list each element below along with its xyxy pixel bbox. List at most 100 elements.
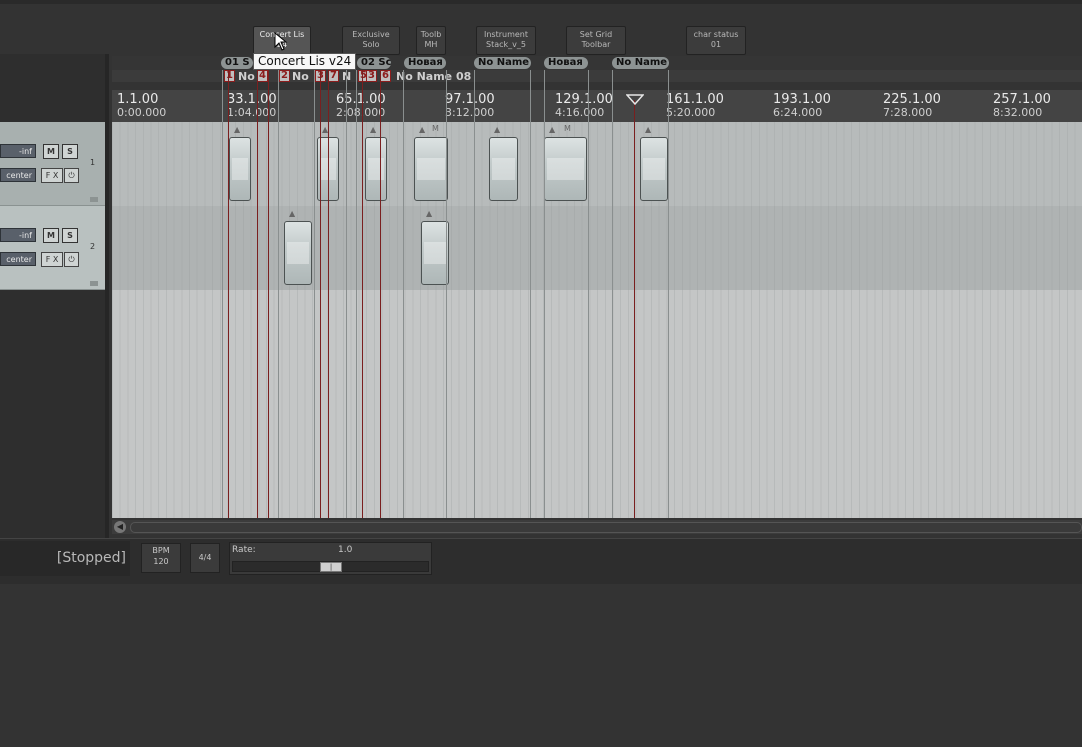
region-boundary-line	[530, 70, 531, 518]
media-item[interactable]	[421, 221, 449, 285]
media-item[interactable]	[229, 137, 251, 201]
button-label-line1: char status	[693, 30, 739, 39]
track-header-1[interactable]: -inf M S center F X ⏻ 1	[0, 122, 105, 206]
region-boundary-line	[474, 70, 475, 518]
marker-tag[interactable]: 3	[366, 70, 377, 82]
track-control-panel: -inf M S center F X ⏻ 1 -inf M S center …	[0, 54, 106, 538]
marker-line	[268, 70, 269, 518]
ruler-bar-label: 193.1.00	[773, 92, 831, 107]
tooltip: Concert Lis v24	[253, 53, 357, 70]
region-tag[interactable]: Новая	[544, 57, 588, 69]
marker-line	[328, 70, 329, 518]
playrate-control[interactable]: Rate: 1.0 |	[229, 542, 432, 575]
media-item[interactable]	[284, 221, 312, 285]
region-boundary-line	[403, 70, 404, 518]
media-item[interactable]	[544, 137, 587, 201]
button-label-line1: Instrument	[483, 30, 528, 39]
marker-label: No	[292, 70, 309, 83]
media-item[interactable]	[414, 137, 448, 201]
char-status-button[interactable]: char status 01	[686, 26, 746, 55]
lock-icon: ▲	[419, 125, 426, 134]
scrollbar-thumb[interactable]	[130, 522, 1082, 533]
region-tag[interactable]: 01 S	[221, 57, 253, 69]
toolbar-mh-button[interactable]: Toolb MH	[416, 26, 446, 55]
instrument-stack-button[interactable]: Instrument Stack_v_5	[476, 26, 536, 55]
lock-icon: ▲	[549, 125, 556, 134]
set-grid-toolbar-button[interactable]: Set Grid Toolbar	[566, 26, 626, 55]
mute-button[interactable]: M	[43, 144, 59, 159]
pan-readout[interactable]: center	[0, 168, 36, 182]
mute-button[interactable]: M	[43, 228, 59, 243]
pan-readout[interactable]: center	[0, 252, 36, 266]
region-boundary-line	[446, 70, 447, 518]
marker-tag[interactable]: 7	[328, 70, 339, 82]
fx-button[interactable]: F X	[41, 168, 63, 183]
tcp-divider[interactable]	[105, 54, 109, 538]
region-tag[interactable]: 02 Sc	[357, 57, 391, 69]
lock-icon: ▲	[494, 125, 501, 134]
region-boundary-line	[222, 70, 223, 518]
rate-slider-thumb[interactable]: |	[320, 562, 342, 572]
region-boundary-line	[314, 70, 315, 518]
scroll-left-icon[interactable]: ◀	[114, 521, 126, 533]
lock-icon: ▲	[645, 125, 652, 134]
marker-tag[interactable]: 6	[380, 70, 391, 82]
button-label-line1: Set Grid	[579, 30, 613, 39]
bpm-value: 120	[153, 557, 169, 566]
ruler-time-label: 0:00.000	[117, 106, 167, 119]
marker-line	[228, 70, 229, 518]
track-header-2[interactable]: -inf M S center F X ⏻ 2	[0, 206, 105, 290]
ruler-bar-label: 257.1.00	[993, 92, 1051, 107]
button-label-line2: Solo	[362, 40, 380, 49]
track-number: 2	[90, 242, 96, 251]
time-signature[interactable]: 4/4	[190, 543, 220, 573]
solo-button[interactable]: S	[62, 144, 78, 159]
marker-line	[380, 70, 381, 518]
rate-label: Rate:	[232, 545, 256, 555]
marker-tag[interactable]: 4	[257, 70, 268, 82]
volume-readout[interactable]: -inf	[0, 144, 36, 158]
ruler-time-label: 8:32.000	[993, 106, 1043, 119]
item-mute-indicator: M	[432, 124, 439, 133]
marker-tag[interactable]: 1	[224, 70, 235, 82]
button-label-line2: MH	[424, 40, 438, 49]
media-item[interactable]	[640, 137, 668, 201]
rate-slider[interactable]: |	[232, 561, 429, 572]
region-boundary-line	[612, 70, 613, 518]
mouse-pointer-icon	[274, 32, 288, 51]
region-boundary-line	[278, 70, 279, 518]
solo-button[interactable]: S	[62, 228, 78, 243]
region-boundary-line	[356, 70, 357, 518]
media-item[interactable]	[489, 137, 518, 201]
folder-icon[interactable]	[90, 281, 98, 286]
bpm-display[interactable]: BPM 120	[141, 543, 181, 573]
lock-icon: ▲	[426, 209, 433, 218]
edit-cursor-icon[interactable]	[626, 94, 644, 106]
media-item[interactable]	[365, 137, 387, 201]
fx-button[interactable]: F X	[41, 252, 63, 267]
ruler-time-label: 4:16.000	[555, 106, 605, 119]
volume-readout[interactable]: -inf	[0, 228, 36, 242]
ruler-bar-label: 225.1.00	[883, 92, 941, 107]
ruler-bar-label: 97.1.00	[445, 92, 495, 107]
fx-bypass-icon[interactable]: ⏻	[64, 168, 79, 183]
docker-area	[0, 584, 1082, 747]
region-tag[interactable]: No Name	[474, 57, 531, 69]
bpm-label: BPM	[152, 546, 170, 555]
ruler-time-label: 5:20.000	[666, 106, 716, 119]
ruler-bar-label: 129.1.00	[555, 92, 613, 107]
marker-tag[interactable]: 2	[279, 70, 290, 82]
ruler-time-label: 3:12.000	[445, 106, 495, 119]
button-label-line1: Exclusive	[352, 30, 390, 39]
folder-icon[interactable]	[90, 197, 98, 202]
fx-bypass-icon[interactable]: ⏻	[64, 252, 79, 267]
lock-icon: ▲	[289, 209, 296, 218]
marker-line	[320, 70, 321, 518]
marker-line	[257, 70, 258, 518]
region-tag[interactable]: No Name	[612, 57, 669, 69]
lock-icon: ▲	[234, 125, 241, 134]
region-boundary-line	[668, 70, 669, 518]
exclusive-solo-button[interactable]: Exclusive Solo	[342, 26, 400, 55]
region-tag[interactable]: Новая	[404, 57, 446, 69]
button-label-line2: 01	[710, 40, 722, 49]
